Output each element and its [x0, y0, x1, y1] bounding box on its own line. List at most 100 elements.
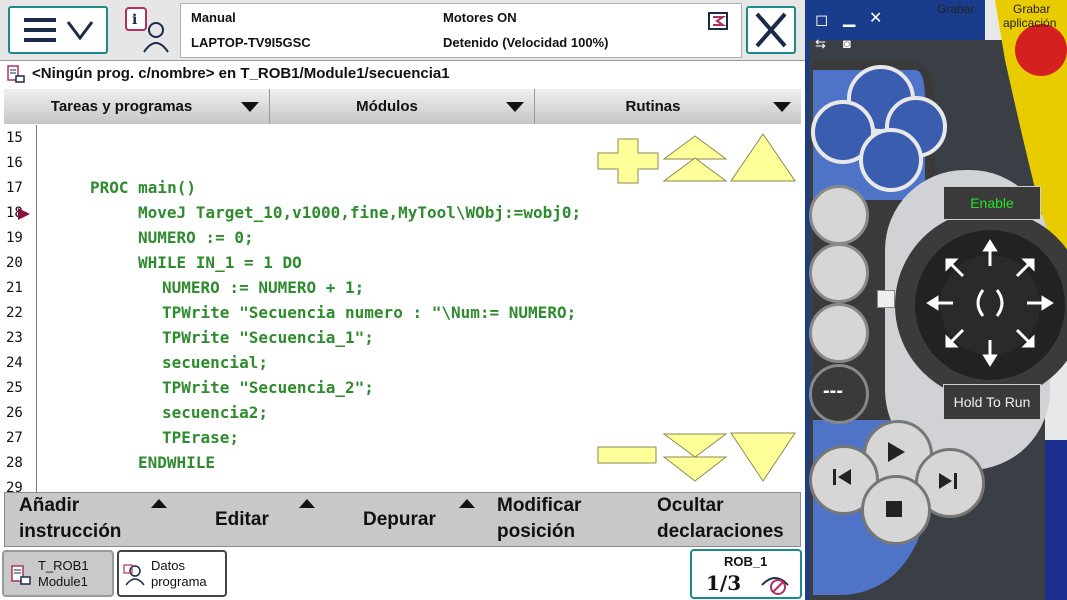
task-label-line2: programa — [151, 574, 207, 589]
restore-icon[interactable]: ◻ — [815, 10, 828, 30]
toggle-motion-mode-button[interactable] — [809, 243, 869, 303]
usb-port-icon — [877, 290, 895, 308]
line-number: 19 — [6, 230, 23, 246]
line-number: 26 — [6, 405, 23, 421]
line-number: 17 — [6, 180, 23, 196]
button-label: Editar — [215, 509, 269, 530]
line-number: 28 — [6, 455, 23, 471]
code-line[interactable]: secuencial; — [162, 353, 268, 372]
command-bar: Añadir instrucción Editar Depurar Modifi… — [4, 492, 801, 547]
code-line[interactable]: TPWrite "Secuencia_2"; — [162, 378, 374, 397]
code-line[interactable]: NUMERO := NUMERO + 1; — [162, 278, 364, 297]
window-controls: ◻ ▁ ✕ ⇆ ◙ — [805, 0, 895, 60]
program-editor-icon — [11, 565, 31, 585]
task-program-data[interactable]: Datos programa — [117, 550, 227, 597]
programmable-key-4[interactable] — [859, 128, 923, 192]
hold-to-run-button[interactable]: Hold To Run — [943, 384, 1041, 420]
code-editor[interactable]: 15 16 17 18 19 20 21 22 23 24 25 26 27 28 29 PROC main… — [4, 125, 801, 492]
scroll-down-icon[interactable] — [730, 431, 796, 483]
swap-icon[interactable]: ⇆ — [815, 36, 826, 52]
line-number: 16 — [6, 155, 23, 171]
increment-fraction: 1/3 — [706, 571, 742, 595]
toggle-axes-button[interactable] — [809, 303, 869, 363]
code-line[interactable]: TPWrite "Secuencia_1"; — [162, 328, 374, 347]
edit-button[interactable]: Editar — [215, 493, 325, 546]
tab-routines[interactable]: Rutinas — [535, 89, 801, 124]
tab-label: Tareas y programas — [50, 98, 193, 115]
operating-mode: Manual — [191, 10, 236, 25]
code-line[interactable]: PROC main() — [90, 178, 196, 197]
minimize-icon[interactable]: ▁ — [843, 8, 855, 28]
program-pointer-icon — [18, 208, 30, 220]
line-number: 21 — [6, 280, 23, 296]
line-number: 25 — [6, 380, 23, 396]
background-label-3: aplicación — [1003, 16, 1057, 30]
event-log-button[interactable]: i — [118, 4, 176, 56]
program-path: <Ningún prog. c/nombre> en T_ROB1/Module… — [32, 65, 450, 82]
system-name: LAPTOP-TV9I5GSC — [191, 35, 311, 50]
add-instruction-button[interactable]: Añadir instrucción — [19, 493, 169, 546]
code-line[interactable]: NUMERO := 0; — [138, 228, 254, 247]
tab-label: Rutinas — [625, 98, 681, 115]
enable-button[interactable]: Enable — [943, 186, 1041, 220]
page-down-icon[interactable] — [662, 433, 728, 483]
increment-icon: --- — [823, 380, 843, 402]
hide-declarations-button[interactable]: Ocultar declaraciones — [657, 493, 799, 546]
step-backward-icon — [833, 469, 851, 485]
select-mechanical-unit-button[interactable] — [809, 185, 869, 245]
code-line[interactable]: MoveJ Target_10,v1000,fine,MyTool\WObj:=… — [138, 203, 581, 222]
abb-menu-button[interactable] — [8, 6, 108, 54]
close-window-icon[interactable]: ✕ — [869, 8, 882, 28]
code-line[interactable]: TPWrite "Secuencia numero : "\Num:= NUME… — [162, 303, 576, 322]
task-program-editor[interactable]: T_ROB1 Module1 — [2, 550, 114, 597]
status-flag-icon — [708, 12, 728, 30]
line-number: 29 — [6, 480, 23, 492]
svg-text:i: i — [132, 12, 137, 28]
play-icon — [888, 442, 905, 462]
scroll-up-icon[interactable] — [730, 133, 796, 183]
background-label-1: Grabar — [937, 2, 975, 16]
code-line[interactable]: secuencia2; — [162, 403, 268, 422]
virtual-flexpendant-hardware: ◻ ▁ ✕ ⇆ ◙ Grabar Grabar aplicación --- E… — [805, 0, 1067, 600]
close-button[interactable] — [746, 6, 796, 54]
button-label-line2: posición — [497, 521, 576, 542]
camera-icon[interactable]: ◙ — [843, 36, 851, 51]
tab-label: Módulos — [356, 98, 418, 115]
top-bar: i Manual LAPTOP-TV9I5GSC Motores ON Dete… — [0, 0, 805, 61]
line-number: 27 — [6, 430, 23, 446]
line-number: 20 — [6, 255, 23, 271]
debug-button[interactable]: Depurar — [363, 493, 483, 546]
line-number: 23 — [6, 330, 23, 346]
zoom-out-icon[interactable] — [596, 443, 660, 471]
tab-tasks-programs[interactable]: Tareas y programas — [4, 89, 270, 124]
program-path-bar: <Ningún prog. c/nombre> en T_ROB1/Module… — [0, 61, 805, 87]
code-line[interactable]: ENDWHILE — [138, 453, 215, 472]
tab-modules[interactable]: Módulos — [270, 89, 535, 124]
task-label-line1: T_ROB1 — [38, 558, 89, 573]
flexpendant-screen: i Manual LAPTOP-TV9I5GSC Motores ON Dete… — [0, 0, 805, 600]
background-label-2: Grabar — [1013, 2, 1051, 16]
program-data-icon — [123, 564, 145, 586]
page-up-icon[interactable] — [662, 135, 728, 183]
button-label-line1: Modificar — [497, 495, 582, 516]
code-line[interactable]: TPErase; — [162, 428, 239, 447]
button-label-line2: instrucción — [19, 521, 122, 542]
hold-to-run-label: Hold To Run — [953, 394, 1031, 410]
button-label-line1: Ocultar — [657, 495, 724, 516]
button-label-line2: declaraciones — [657, 521, 784, 542]
chevron-up-icon — [459, 499, 475, 508]
joystick-arrows-icon[interactable] — [925, 238, 1055, 368]
close-icon — [755, 12, 787, 48]
taskbar: T_ROB1 Module1 Datos programa ROB_1 1/3 — [0, 548, 805, 600]
zoom-in-icon[interactable] — [596, 137, 660, 185]
chevron-down-icon — [506, 102, 524, 112]
enable-label: Enable — [970, 195, 1014, 211]
code-line[interactable]: WHILE IN_1 = 1 DO — [138, 253, 302, 272]
quickset-button[interactable]: ROB_1 1/3 — [690, 549, 802, 599]
coordinate-system-icon — [761, 577, 789, 595]
task-label-line1: Datos — [151, 558, 185, 573]
stop-icon — [886, 501, 902, 517]
line-number-gutter: 15 16 17 18 19 20 21 22 23 24 25 26 27 28 29 — [4, 125, 37, 492]
modify-position-button[interactable]: Modificar posición — [497, 493, 627, 546]
button-label-line1: Añadir — [19, 495, 80, 516]
